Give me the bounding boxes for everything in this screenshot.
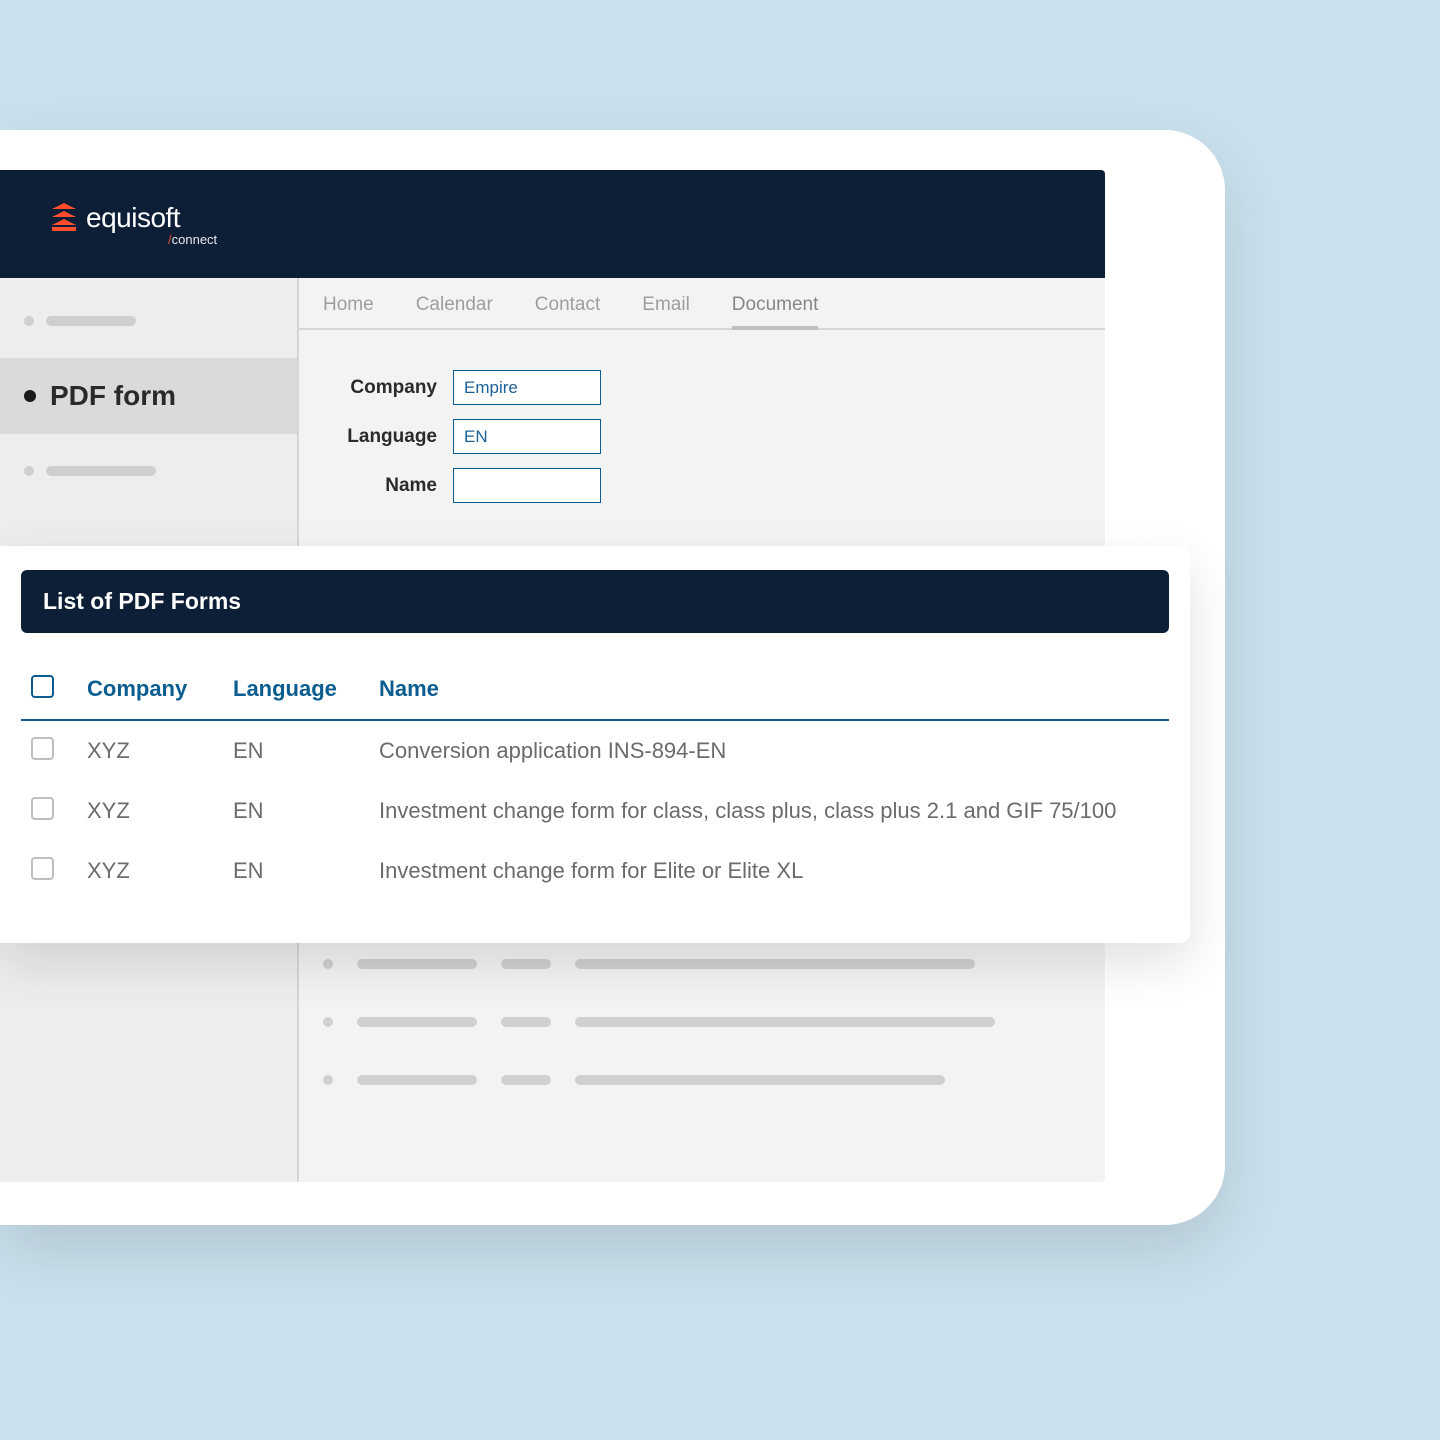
filter-form: Company Language Name — [299, 330, 1105, 557]
bullet-icon — [24, 390, 36, 402]
bullet-icon — [24, 466, 34, 476]
pdf-forms-card: List of PDF Forms Company Language Name … — [0, 546, 1190, 943]
sidebar-item-pdf-form[interactable]: PDF form — [0, 358, 297, 434]
tab-home[interactable]: Home — [323, 294, 374, 316]
cell-company: XYZ — [87, 738, 233, 764]
row-checkbox[interactable] — [31, 737, 54, 760]
card-header: List of PDF Forms — [21, 570, 1169, 633]
cell-company: XYZ — [87, 858, 233, 884]
language-field[interactable] — [453, 419, 601, 454]
cell-name: Investment change form for Elite or Elit… — [379, 858, 1159, 884]
list-item — [323, 993, 1081, 1051]
sidebar-item-placeholder[interactable] — [0, 456, 297, 486]
name-field[interactable] — [453, 468, 601, 503]
sidebar-item-label: PDF form — [50, 380, 176, 412]
tab-calendar[interactable]: Calendar — [416, 294, 493, 316]
placeholder-bar — [46, 466, 156, 476]
row-checkbox[interactable] — [31, 857, 54, 880]
tabbar: Home Calendar Contact Email Document — [299, 278, 1105, 330]
tab-document[interactable]: Document — [732, 294, 819, 330]
select-all-checkbox[interactable] — [31, 675, 54, 698]
pdf-forms-table: Company Language Name XYZ EN Conversion … — [21, 659, 1169, 901]
brand-name: equisoft — [86, 202, 180, 234]
sidebar-item-placeholder[interactable] — [0, 306, 297, 336]
cell-company: XYZ — [87, 798, 233, 824]
table-header-row: Company Language Name — [21, 659, 1169, 721]
tab-email[interactable]: Email — [642, 294, 690, 316]
bullet-icon — [24, 316, 34, 326]
table-row: XYZ EN Conversion application INS-894-EN — [21, 721, 1169, 781]
list-item — [323, 935, 1081, 993]
cell-language: EN — [233, 738, 379, 764]
app-header: equisoft /connect — [0, 170, 1105, 278]
brand-logo: equisoft /connect — [50, 202, 217, 247]
filter-label-name: Name — [323, 475, 453, 497]
brand-sub: /connect — [168, 232, 217, 247]
card-title: List of PDF Forms — [43, 588, 241, 614]
cell-language: EN — [233, 798, 379, 824]
col-name[interactable]: Name — [379, 676, 1159, 702]
filter-label-language: Language — [323, 426, 453, 448]
equisoft-logo-icon — [50, 203, 78, 233]
placeholder-bar — [46, 316, 136, 326]
col-language[interactable]: Language — [233, 676, 379, 702]
row-checkbox[interactable] — [31, 797, 54, 820]
company-field[interactable] — [453, 370, 601, 405]
table-row: XYZ EN Investment change form for class,… — [21, 781, 1169, 841]
col-company[interactable]: Company — [87, 676, 233, 702]
cell-name: Investment change form for class, class … — [379, 798, 1159, 824]
table-row: XYZ EN Investment change form for Elite … — [21, 841, 1169, 901]
cell-name: Conversion application INS-894-EN — [379, 738, 1159, 764]
tab-contact[interactable]: Contact — [535, 294, 600, 316]
cell-language: EN — [233, 858, 379, 884]
list-item — [323, 1051, 1081, 1109]
filter-label-company: Company — [323, 377, 453, 399]
